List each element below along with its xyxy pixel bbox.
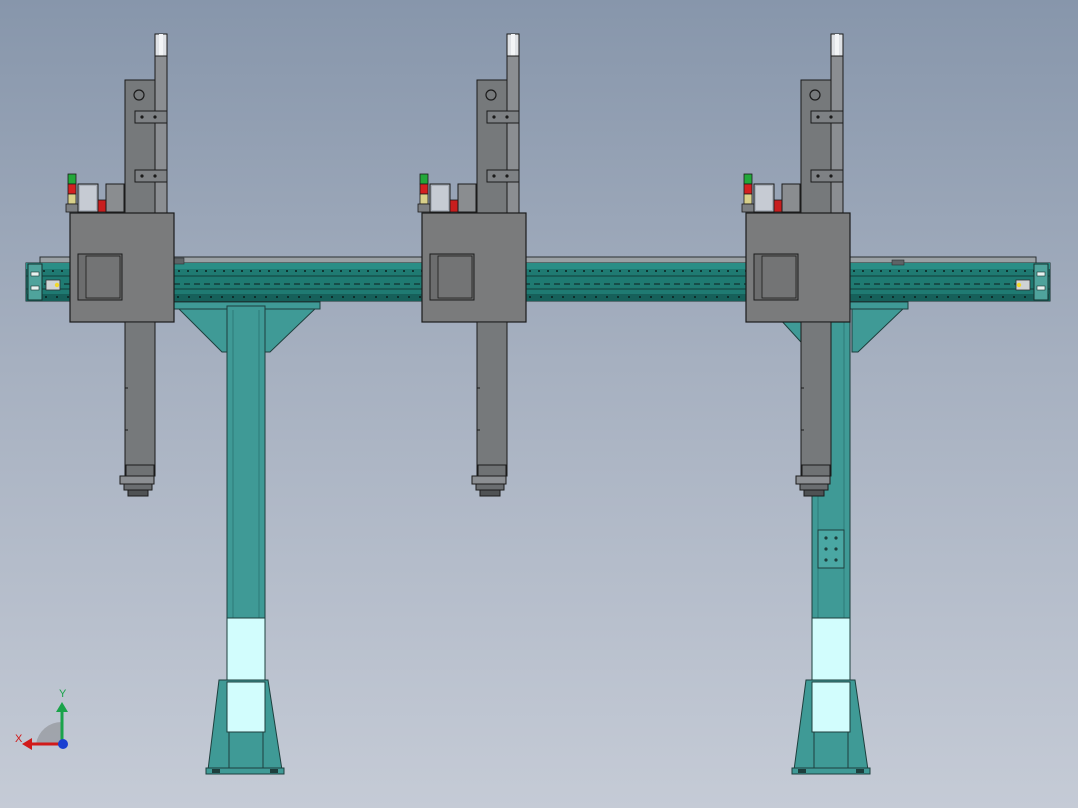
z-axis-arm (119, 321, 156, 497)
junction-plate (817, 529, 845, 569)
gripper-flange (471, 475, 507, 485)
carriage-housing (421, 212, 527, 323)
gripper-flange (119, 475, 155, 485)
carriage-housing (69, 212, 175, 323)
beacon-light (417, 173, 431, 213)
cad-viewport[interactable]: X Y (0, 0, 1078, 808)
support-leg-left (173, 301, 321, 775)
z-axis-arm (795, 321, 832, 497)
z-axis-column (800, 33, 844, 215)
support-leg-right (765, 301, 909, 775)
gantry-assembly-drawing (22, 33, 1051, 775)
carriage-module-middle (417, 33, 527, 497)
column-guide (830, 55, 844, 215)
carriage-module-left (65, 33, 175, 497)
gripper-flange (795, 475, 831, 485)
leg-brace-right (851, 305, 908, 353)
z-axis-column (124, 33, 168, 215)
z-axis-arm (471, 321, 508, 497)
rail-end-left (27, 263, 43, 301)
leg-brace-left (174, 305, 231, 353)
carriage-housing (745, 212, 851, 323)
rail-end-right (1033, 263, 1049, 301)
leg-brace-right (263, 305, 320, 353)
beacon-light (65, 173, 79, 213)
servo-motor (753, 183, 785, 213)
servo-motor (429, 183, 461, 213)
triad-y-label: Y (59, 688, 67, 700)
triad-x-label: X (15, 733, 23, 745)
column-guide (154, 55, 168, 215)
linear-rail (25, 256, 1051, 302)
column-guide (506, 55, 520, 215)
z-axis-column (476, 33, 520, 215)
coordinate-triad-icon[interactable] (22, 702, 68, 750)
beacon-light (741, 173, 755, 213)
servo-motor (77, 183, 109, 213)
